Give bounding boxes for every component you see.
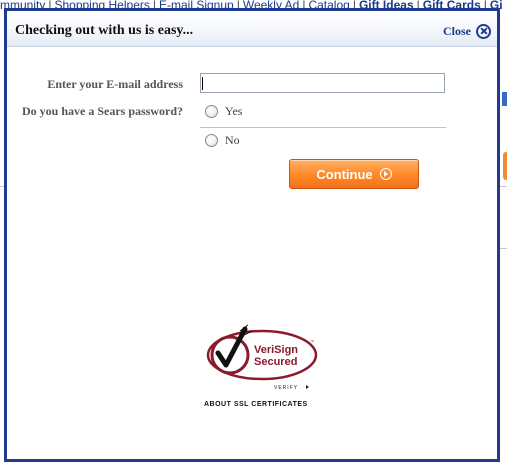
background-blue-fragment <box>502 92 507 106</box>
option-divider <box>200 127 446 128</box>
close-button[interactable]: Close <box>443 23 491 39</box>
radio-yes-label: Yes <box>225 104 243 118</box>
radio-no[interactable] <box>205 134 218 147</box>
verify-arrow-icon <box>306 385 309 389</box>
radio-no-label: No <box>225 133 240 147</box>
ssl-certificates-link[interactable]: ABOUT SSL CERTIFICATES <box>204 401 308 408</box>
badge-line2: Secured <box>254 356 297 368</box>
background-orange-fragment <box>503 152 507 180</box>
verisign-secured-badge[interactable]: VeriSign Secured ™ VERIFY <box>202 323 322 393</box>
background-divider <box>500 186 507 187</box>
badge-verify: VERIFY <box>274 385 298 391</box>
password-option-yes[interactable]: Yes <box>205 104 242 119</box>
text-caret <box>202 77 203 90</box>
checkout-modal: Checking out with us is easy... Close En… <box>4 8 500 462</box>
continue-button[interactable]: Continue <box>289 159 419 189</box>
email-label: Enter your E-mail address <box>47 77 183 91</box>
play-arrow-icon <box>379 168 392 180</box>
password-question-label: Do you have a Sears password? <box>21 104 183 118</box>
radio-yes[interactable] <box>205 105 218 118</box>
email-field[interactable] <box>200 73 445 93</box>
continue-label: Continue <box>316 166 373 182</box>
badge-tm: ™ <box>310 339 314 344</box>
modal-title: Checking out with us is easy... <box>15 23 194 38</box>
badge-line1: VeriSign <box>254 344 298 356</box>
background-divider <box>500 248 507 249</box>
close-label: Close <box>443 23 471 38</box>
close-icon <box>476 23 491 39</box>
modal-header: Checking out with us is easy... Close <box>7 11 497 47</box>
password-option-no[interactable]: No <box>205 133 240 148</box>
